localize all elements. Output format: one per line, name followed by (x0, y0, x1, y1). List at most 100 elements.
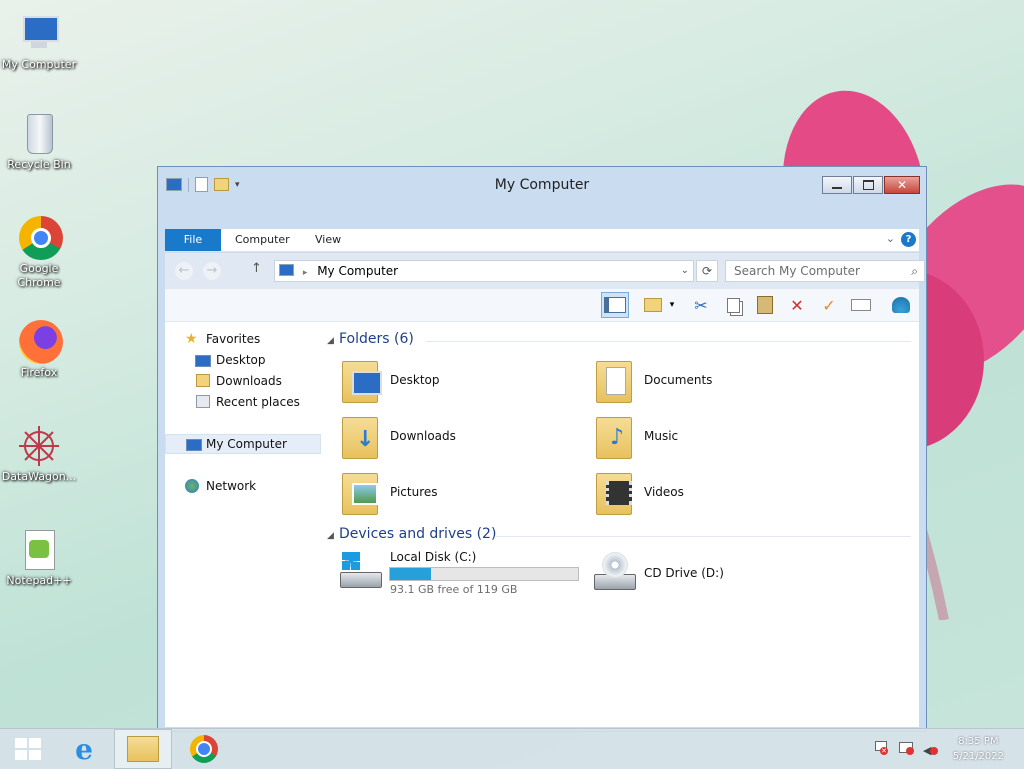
paste-icon[interactable] (753, 294, 777, 316)
tab-view[interactable]: View (315, 229, 341, 251)
breadcrumb-current[interactable]: My Computer (317, 264, 398, 278)
internet-explorer-icon: e (75, 732, 93, 766)
minimize-icon (832, 187, 842, 189)
back-button[interactable]: ← (175, 262, 193, 280)
up-arrow-icon[interactable]: ↑ (251, 261, 262, 276)
search-icon: ⌕ (911, 264, 918, 278)
cd-drive-icon (592, 550, 636, 600)
start-button[interactable] (0, 729, 56, 769)
desktop-icon-datawagon[interactable]: DataWagon... (0, 424, 78, 484)
rename-icon[interactable] (849, 294, 873, 316)
help-icon[interactable]: ? (901, 232, 916, 247)
group-header-devices[interactable]: Devices and drives (2) (339, 526, 496, 542)
taskbar: e ✕ ◀ 8:35 PM 5/21/2022 (0, 728, 1024, 769)
address-bar-area: ← → ↑ ▸ My Computer ⌄ ⟳ Search My Comput… (165, 253, 925, 289)
chrome-icon (17, 216, 63, 260)
folder-item-videos[interactable]: Videos (592, 467, 832, 519)
desktop-icon-google-chrome[interactable]: Google Chrome (0, 216, 78, 290)
chrome-icon (190, 735, 218, 763)
divider (426, 341, 911, 342)
recycle-bin-icon (17, 112, 61, 156)
taskbar-file-explorer[interactable] (114, 729, 172, 769)
folder-item-downloads[interactable]: ↓ Downloads (338, 411, 578, 463)
forward-button[interactable]: → (203, 262, 221, 280)
desktop-icon (195, 355, 211, 367)
collapse-folders-icon[interactable]: ◢ (327, 336, 334, 346)
taskbar-internet-explorer[interactable]: e (56, 729, 112, 769)
ribbon-tabs: File Computer View ⌄ ? (165, 229, 919, 252)
firefox-icon (17, 320, 63, 364)
drive-item-c[interactable]: Local Disk (C:) 93.1 GB free of 119 GB (338, 548, 588, 600)
drive-item-d[interactable]: CD Drive (D:) (592, 548, 832, 600)
folder-item-pictures[interactable]: Pictures (338, 467, 578, 519)
network-tray-icon[interactable] (898, 741, 914, 755)
folder-check-icon (644, 298, 662, 312)
search-placeholder: Search My Computer (734, 264, 860, 278)
folder-item-desktop[interactable]: Desktop (338, 355, 578, 407)
taskbar-chrome[interactable] (176, 729, 232, 769)
cut-icon[interactable]: ✂ (689, 294, 713, 316)
recent-places-icon (196, 395, 210, 408)
preview-pane-button[interactable] (601, 292, 629, 318)
star-icon: ★ (185, 331, 198, 347)
computer-icon (17, 12, 61, 56)
close-button[interactable]: ✕ (884, 176, 920, 194)
folder-dropdown-icon[interactable]: ▾ (665, 294, 679, 316)
clock[interactable]: 8:35 PM 5/21/2022 (953, 734, 1004, 764)
folder-item-documents[interactable]: Documents (592, 355, 832, 407)
file-explorer-icon (127, 736, 159, 762)
content-area: ★ Favorites Desktop Downloads Recent pla… (165, 322, 919, 727)
downloads-icon (196, 374, 210, 387)
nav-network[interactable]: Network (165, 476, 321, 496)
close-icon: ✕ (896, 178, 908, 192)
volume-muted-icon[interactable]: ◀ (922, 741, 938, 757)
nav-desktop[interactable]: Desktop (165, 350, 321, 370)
copy-icon[interactable] (721, 294, 745, 316)
delete-icon[interactable]: ✕ (785, 294, 809, 316)
hard-disk-icon (338, 550, 382, 600)
clock-time: 8:35 PM (958, 736, 999, 747)
divider (496, 536, 911, 537)
title-bar[interactable]: ▾ My Computer ✕ (158, 167, 926, 227)
minimize-button[interactable] (822, 176, 852, 194)
action-center-flag-icon[interactable]: ✕ (874, 741, 888, 755)
datawagon-icon (17, 424, 61, 468)
desktop-icon-my-computer[interactable]: My Computer (0, 12, 78, 72)
desktop-icon-notepad-plus-plus[interactable]: Notepad++ (0, 528, 78, 588)
nav-favorites[interactable]: ★ Favorites (165, 329, 321, 349)
explorer-window[interactable]: ▾ My Computer ✕ File Computer View ⌄ ? ←… (157, 166, 927, 732)
maximize-button[interactable] (853, 176, 883, 194)
nav-recent-places[interactable]: Recent places (165, 392, 321, 412)
drive-usage-fill (390, 568, 432, 580)
nav-downloads[interactable]: Downloads (165, 371, 321, 391)
shell-icon[interactable] (889, 294, 913, 316)
address-box[interactable]: ▸ My Computer ⌄ (274, 260, 694, 282)
collapse-drives-icon[interactable]: ◢ (327, 531, 334, 541)
address-dropdown-icon[interactable]: ⌄ (681, 261, 689, 281)
downloads-folder-icon: ↓ (338, 411, 382, 461)
navigation-pane: ★ Favorites Desktop Downloads Recent pla… (165, 322, 323, 727)
checkmark-icon[interactable]: ✓ (817, 294, 841, 316)
desktop-icon-recycle-bin[interactable]: Recycle Bin (0, 112, 78, 172)
tab-file[interactable]: File (165, 229, 221, 251)
group-header-folders[interactable]: Folders (6) (339, 331, 414, 347)
window-title: My Computer (494, 177, 590, 193)
videos-folder-icon (592, 467, 636, 517)
command-toolbar: ▾ ✂ ✕ ✓ (165, 289, 919, 322)
windows-logo-icon (15, 738, 41, 760)
nav-my-computer[interactable]: My Computer (165, 434, 321, 454)
refresh-button[interactable]: ⟳ (696, 260, 718, 282)
breadcrumb-chevron-icon[interactable]: ▸ (303, 268, 308, 278)
properties-folder-button[interactable] (641, 294, 665, 316)
notepad-plus-plus-icon (17, 528, 61, 572)
ribbon-expand-chevron-icon[interactable]: ⌄ (886, 232, 895, 245)
preview-pane-icon (604, 297, 626, 313)
tab-computer[interactable]: Computer (235, 229, 290, 251)
desktop-icon-firefox[interactable]: Firefox (0, 320, 78, 380)
desktop-folder-icon (338, 355, 382, 405)
main-pane: ◢ Folders (6) Desktop Documents ↓ Downlo… (327, 322, 919, 727)
folder-item-music[interactable]: ♪ Music (592, 411, 832, 463)
music-folder-icon: ♪ (592, 411, 636, 461)
network-icon (185, 479, 199, 493)
search-input[interactable]: Search My Computer ⌕ (725, 260, 925, 282)
